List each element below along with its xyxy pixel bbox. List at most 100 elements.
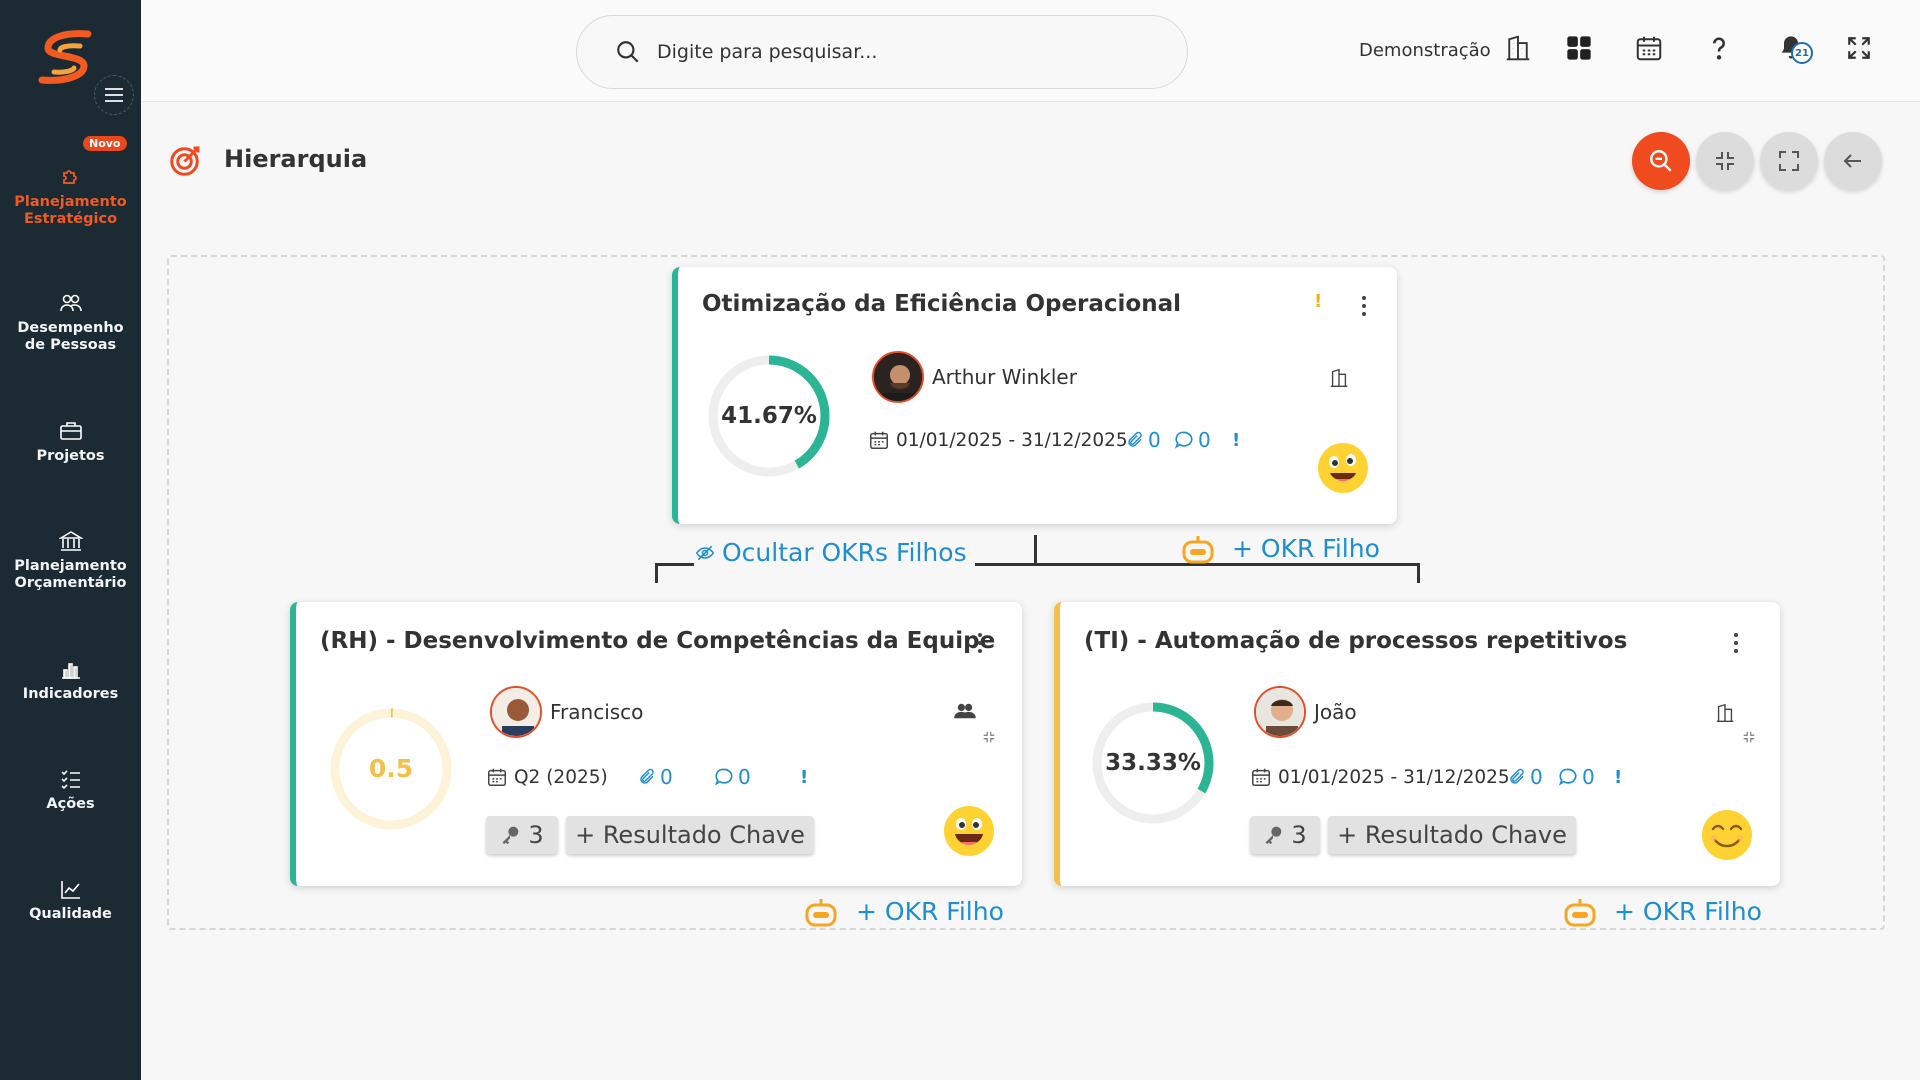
alert-icon: ! xyxy=(800,767,809,788)
owner-name: João xyxy=(1314,700,1357,724)
hamburger-icon xyxy=(105,88,123,102)
fit-screen-button[interactable] xyxy=(1760,132,1818,190)
progress-label: 0.5 xyxy=(369,754,413,783)
owner-name: Francisco xyxy=(550,700,644,724)
search-input[interactable] xyxy=(657,41,1137,63)
period-text: 01/01/2025 - 31/12/2025 xyxy=(1278,766,1510,788)
key-icon xyxy=(502,826,519,845)
okr-period: 01/01/2025 - 31/12/2025 xyxy=(868,429,1128,451)
notifications-button[interactable]: 21 xyxy=(1773,30,1813,66)
sidebar-item-label: Desempenho xyxy=(17,320,124,336)
notification-count-badge: 21 xyxy=(1791,42,1813,64)
calendar-icon xyxy=(1636,36,1662,61)
attachments-link[interactable]: 0 xyxy=(1508,765,1543,789)
sidebar-item-acoes[interactable]: Ações xyxy=(0,768,141,813)
add-key-result-button[interactable]: + Resultado Chave xyxy=(1328,816,1576,854)
owner-name: Arthur Winkler xyxy=(932,365,1077,389)
tree-connector xyxy=(1417,563,1420,583)
okr-card-child[interactable]: (RH) - Desenvolvimento de Competências d… xyxy=(290,602,1022,886)
okr-card-root[interactable]: Otimização da Eficiência Operacional ! 4… xyxy=(672,267,1397,524)
fullscreen-button[interactable] xyxy=(1841,30,1877,66)
okr-period: Q2 (2025) xyxy=(486,766,608,788)
sidebar-item-qualidade[interactable]: Qualidade xyxy=(0,878,141,923)
building-icon xyxy=(1716,703,1734,722)
zoom-button[interactable] xyxy=(1632,132,1690,190)
progress-label: 41.67% xyxy=(721,403,817,429)
more-options-button[interactable] xyxy=(1726,628,1746,658)
collapse-icon[interactable] xyxy=(1742,730,1756,744)
robot-icon[interactable] xyxy=(1180,534,1216,566)
sidebar-item-label: Orçamentário xyxy=(14,575,127,591)
hide-children-link[interactable]: Ocultar OKRs Filhos xyxy=(694,538,975,567)
comments-link[interactable]: 0 xyxy=(1558,765,1595,789)
calendar-icon xyxy=(870,431,888,449)
new-badge: Novo xyxy=(83,136,127,151)
sidebar-item-indicadores[interactable]: Indicadores xyxy=(0,658,141,703)
search-bar[interactable] xyxy=(576,15,1188,89)
sidebar-item-planejamento-orcamentario[interactable]: Planejamento Orçamentário xyxy=(0,530,141,592)
search-icon xyxy=(617,41,639,63)
help-button[interactable] xyxy=(1701,30,1737,66)
apps-button[interactable] xyxy=(1561,30,1597,66)
add-key-result-button[interactable]: + Resultado Chave xyxy=(566,816,814,854)
question-icon xyxy=(1713,37,1725,60)
collapse-icon xyxy=(1716,152,1734,170)
comment-icon xyxy=(714,768,733,786)
sidebar-item-label: Indicadores xyxy=(22,686,119,702)
progress-ring: 41.67% xyxy=(708,355,830,477)
collapse-icon[interactable] xyxy=(982,730,996,744)
checklist-icon xyxy=(60,770,80,790)
warning-icon: ! xyxy=(1314,291,1323,312)
briefcase-icon xyxy=(59,422,82,440)
okr-period: 01/01/2025 - 31/12/2025 xyxy=(1250,766,1510,788)
attachments-link[interactable]: 0 xyxy=(1126,428,1161,452)
add-okr-child-button[interactable]: + OKR Filho xyxy=(856,897,1004,926)
laughing-emoji-icon xyxy=(944,806,994,856)
alert-icon: ! xyxy=(1232,430,1241,451)
page-title: Hierarquia xyxy=(224,145,368,173)
key-results-count[interactable]: 3 xyxy=(486,816,558,854)
sidebar-item-label: Planejamento xyxy=(14,194,127,210)
key-icon xyxy=(1265,826,1282,845)
company-name: Demonstração xyxy=(1359,40,1491,61)
sidebar-item-planejamento-estrategico[interactable]: Planejamento Estratégico xyxy=(0,164,141,228)
progress-ring: 0.5 xyxy=(330,708,452,830)
period-text: 01/01/2025 - 31/12/2025 xyxy=(896,429,1128,451)
more-options-button[interactable] xyxy=(1354,291,1374,321)
comment-icon xyxy=(1174,431,1193,449)
more-options-button[interactable] xyxy=(970,628,990,658)
tree-connector xyxy=(1034,535,1037,565)
collapse-button[interactable] xyxy=(1696,132,1754,190)
company-switch-button[interactable] xyxy=(1500,30,1536,66)
robot-icon[interactable] xyxy=(803,897,839,929)
people-icon xyxy=(59,294,82,312)
robot-icon[interactable] xyxy=(1562,897,1598,929)
comments-link[interactable]: 0 xyxy=(714,765,751,789)
calendar-button[interactable] xyxy=(1631,30,1667,66)
bank-icon xyxy=(58,531,83,551)
sidebar-item-projetos[interactable]: Projetos xyxy=(0,420,141,465)
sidebar-item-label: Qualidade xyxy=(29,906,112,922)
calendar-icon xyxy=(1252,768,1270,786)
eye-off-icon xyxy=(695,545,715,560)
smiling-emoji-icon xyxy=(1702,810,1752,860)
paperclip-icon xyxy=(1510,768,1524,784)
progress-label: 33.33% xyxy=(1105,750,1201,776)
expand-icon xyxy=(1848,37,1870,59)
add-okr-child-button[interactable]: + OKR Filho xyxy=(1614,897,1762,926)
calendar-icon xyxy=(488,768,506,786)
sidebar-item-label: Planejamento xyxy=(14,558,127,574)
comments-link[interactable]: 0 xyxy=(1174,428,1211,452)
company-logo xyxy=(38,30,92,84)
add-okr-child-button[interactable]: + OKR Filho xyxy=(1232,534,1386,563)
menu-toggle-button[interactable] xyxy=(94,75,134,115)
sidebar-item-desempenho-pessoas[interactable]: Desempenho de Pessoas xyxy=(0,292,141,354)
okr-title: (TI) - Automação de processos repetitivo… xyxy=(1084,628,1628,654)
attachments-link[interactable]: 0 xyxy=(638,765,673,789)
back-button[interactable] xyxy=(1824,132,1882,190)
avatar xyxy=(490,686,542,738)
comment-icon xyxy=(1558,768,1577,786)
sidebar-item-label: Projetos xyxy=(36,448,105,464)
key-results-count[interactable]: 3 xyxy=(1250,816,1320,854)
okr-card-child[interactable]: (TI) - Automação de processos repetitivo… xyxy=(1054,602,1780,886)
